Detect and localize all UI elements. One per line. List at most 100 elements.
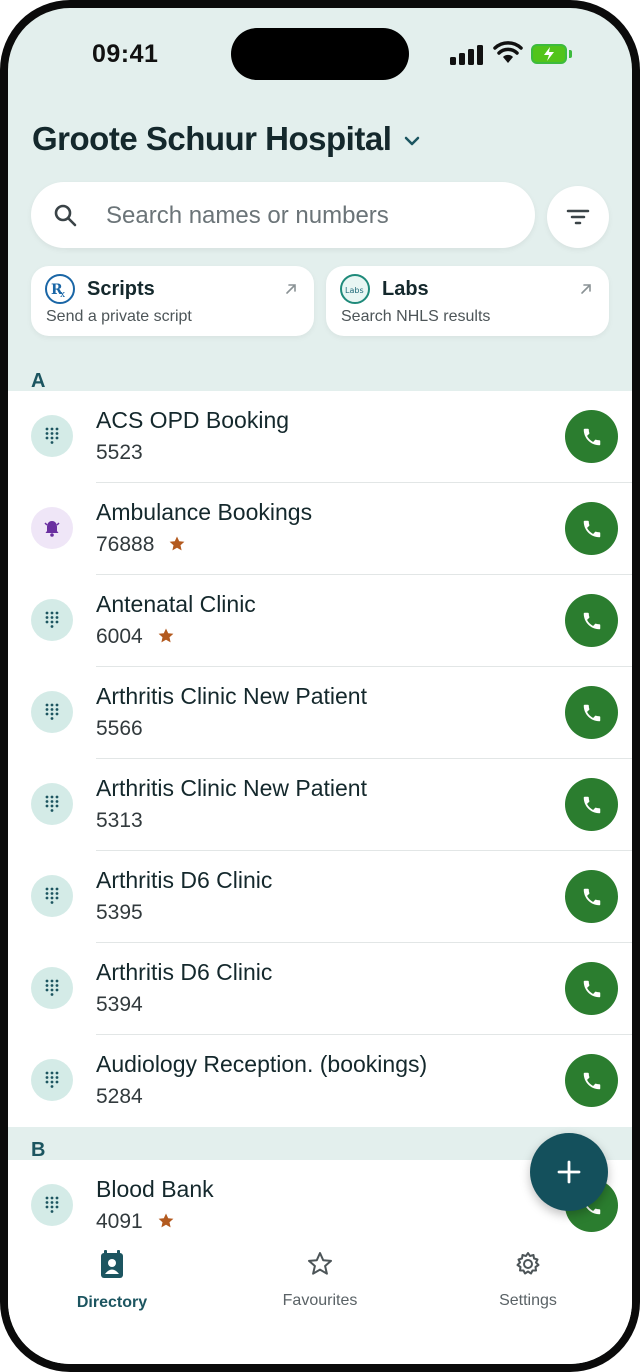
bottom-tab-bar: Directory Favourites Settings xyxy=(8,1235,632,1364)
phone-icon xyxy=(583,888,601,906)
phone-icon xyxy=(583,704,601,722)
entry-avatar xyxy=(31,1059,73,1101)
rx-icon: Rx xyxy=(45,274,75,304)
contact-book-icon xyxy=(101,1250,123,1278)
call-button[interactable] xyxy=(565,594,618,647)
phone-icon xyxy=(583,980,601,998)
entry-avatar xyxy=(31,415,73,457)
list-item[interactable]: Audiology Reception. (bookings) 5284 xyxy=(8,1035,632,1127)
phone-frame: 09:41 Groote Schuur Hospital Search name… xyxy=(0,0,640,1372)
entry-name: Arthritis D6 Clinic xyxy=(96,867,273,893)
entry-avatar xyxy=(31,1184,73,1226)
entry-number-line: 5523 xyxy=(96,441,143,465)
entry-number-line: 76888 xyxy=(96,533,186,557)
entry-number-line: 5395 xyxy=(96,901,143,925)
tab-label: Directory xyxy=(76,1294,148,1311)
entry-name: Audiology Reception. (bookings) xyxy=(96,1051,428,1077)
labs-card[interactable]: Labs Labs Search NHLS results xyxy=(326,266,609,336)
entry-number: 5284 xyxy=(96,1085,143,1108)
search-input[interactable]: Search names or numbers xyxy=(106,202,389,230)
entry-number-line: 5313 xyxy=(96,809,143,833)
favourite-star-icon xyxy=(158,1213,174,1228)
labs-subtitle: Search NHLS results xyxy=(341,308,491,325)
dialpad-icon xyxy=(45,979,59,996)
section-letter: A xyxy=(31,370,46,392)
entry-number: 5566 xyxy=(96,717,143,740)
tab-directory[interactable]: Directory xyxy=(42,1250,182,1312)
scripts-subtitle: Send a private script xyxy=(46,308,192,325)
list-item[interactable]: ACS OPD Booking 5523 xyxy=(8,391,632,483)
list-item[interactable]: Arthritis D6 Clinic 5394 xyxy=(8,943,632,1035)
entry-number-line: 5566 xyxy=(96,717,143,741)
call-button[interactable] xyxy=(565,686,618,739)
screen: 09:41 Groote Schuur Hospital Search name… xyxy=(8,8,632,1364)
entry-number-line: 6004 xyxy=(96,625,175,649)
status-time: 09:41 xyxy=(92,40,159,68)
gear-icon xyxy=(516,1252,540,1275)
search-bar[interactable]: Search names or numbers xyxy=(31,182,535,248)
entry-avatar xyxy=(31,599,73,641)
call-button[interactable] xyxy=(565,778,618,831)
call-button[interactable] xyxy=(565,962,618,1015)
alarm-bell-icon xyxy=(44,521,60,537)
arrow-up-right-icon xyxy=(286,284,296,294)
call-button[interactable] xyxy=(565,502,618,555)
entry-number: 5395 xyxy=(96,901,143,924)
tab-label: Settings xyxy=(499,1292,557,1309)
status-bar: 09:41 xyxy=(8,8,632,98)
filter-button[interactable] xyxy=(547,186,609,248)
dialpad-icon xyxy=(45,887,59,904)
filter-icon xyxy=(566,209,590,225)
dialpad-icon xyxy=(45,1196,59,1213)
dialpad-icon xyxy=(45,1071,59,1088)
entry-number: 76888 xyxy=(96,533,155,556)
labs-icon-text: Labs xyxy=(345,286,364,295)
add-contact-button[interactable] xyxy=(530,1133,608,1211)
list-item[interactable]: Antenatal Clinic 6004 xyxy=(8,575,632,667)
entry-name: Ambulance Bookings xyxy=(96,499,313,525)
phone-icon xyxy=(583,612,601,630)
chevron-down-icon xyxy=(405,136,420,146)
entry-number: 5523 xyxy=(96,441,143,464)
wifi-icon xyxy=(493,41,523,63)
entry-name: Antenatal Clinic xyxy=(96,591,256,617)
plus-icon xyxy=(557,1160,581,1184)
entry-number-line: 4091 xyxy=(96,1210,175,1234)
list-item[interactable]: Arthritis Clinic New Patient 5313 xyxy=(8,759,632,851)
entry-avatar xyxy=(31,967,73,1009)
call-button[interactable] xyxy=(565,870,618,923)
entry-avatar xyxy=(31,691,73,733)
phone-icon xyxy=(583,1072,601,1090)
tab-settings[interactable]: Settings xyxy=(458,1250,598,1310)
entry-number: 5313 xyxy=(96,809,143,832)
tab-label: Favourites xyxy=(282,1292,358,1309)
call-button[interactable] xyxy=(565,410,618,463)
hospital-selector[interactable]: Groote Schuur Hospital xyxy=(32,120,421,158)
cellular-signal-icon xyxy=(450,45,484,65)
dialpad-icon xyxy=(45,427,59,444)
call-button[interactable] xyxy=(565,1054,618,1107)
scripts-title: Scripts xyxy=(87,278,155,300)
favourite-star-icon xyxy=(170,536,185,551)
battery-icon xyxy=(531,44,567,64)
dialpad-icon xyxy=(45,703,59,720)
favourite-star-icon xyxy=(158,628,174,643)
arrow-up-right-icon xyxy=(581,284,591,294)
labs-icon: Labs xyxy=(340,274,370,304)
tab-favourites[interactable]: Favourites xyxy=(250,1250,390,1310)
svg-text:x: x xyxy=(60,290,65,300)
entry-number: 4091 xyxy=(96,1210,143,1233)
scripts-card[interactable]: Rx Scripts Send a private script xyxy=(31,266,314,336)
entry-number: 5394 xyxy=(96,993,143,1016)
list-item[interactable]: Ambulance Bookings 76888 xyxy=(8,483,632,575)
section-letter: B xyxy=(31,1139,46,1161)
dialpad-icon xyxy=(45,795,59,812)
star-icon xyxy=(308,1252,332,1275)
labs-title: Labs xyxy=(382,278,429,300)
list-item[interactable]: Arthritis D6 Clinic 5395 xyxy=(8,851,632,943)
entry-number: 6004 xyxy=(96,625,143,648)
list-item[interactable]: Arthritis Clinic New Patient 5566 xyxy=(8,667,632,759)
phone-icon xyxy=(583,796,601,814)
dynamic-island xyxy=(231,28,409,80)
entry-name: ACS OPD Booking xyxy=(96,407,290,433)
